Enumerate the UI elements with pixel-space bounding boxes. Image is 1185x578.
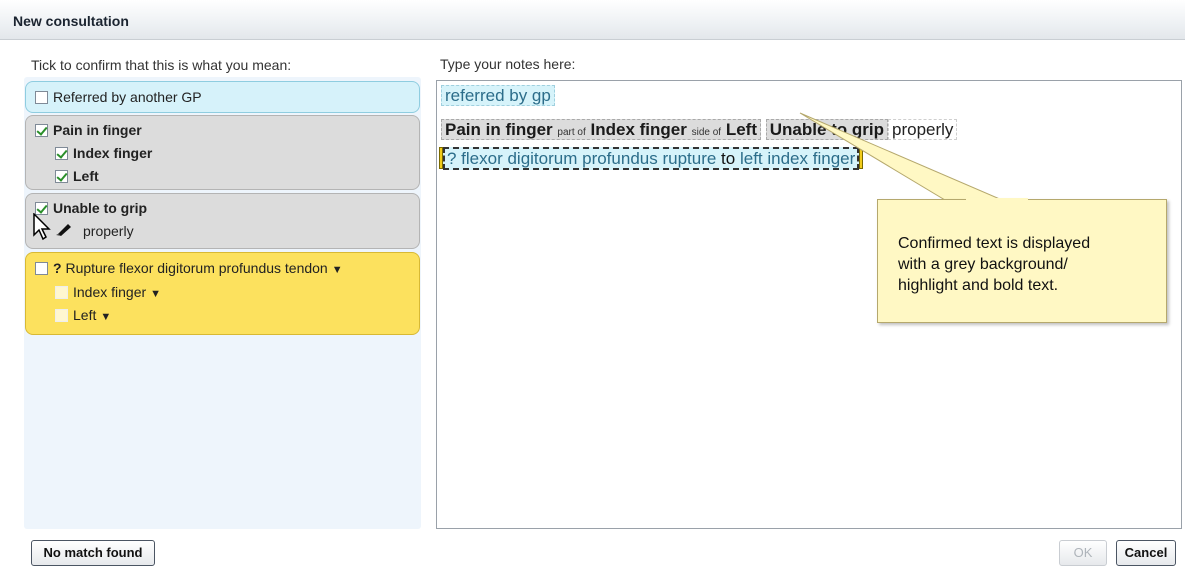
no-match-button[interactable]: No match found [31, 540, 155, 566]
callout-joint [966, 198, 1028, 201]
callout-line-3: highlight and bold text. [898, 277, 1059, 294]
callout-note: Confirmed text is displayed with a grey … [877, 199, 1167, 323]
callout-line-2: with a grey background/ [898, 256, 1068, 273]
callout-line-1: Confirmed text is displayed [898, 235, 1091, 252]
ok-button[interactable]: OK [1059, 540, 1107, 566]
cancel-button[interactable]: Cancel [1116, 540, 1176, 566]
